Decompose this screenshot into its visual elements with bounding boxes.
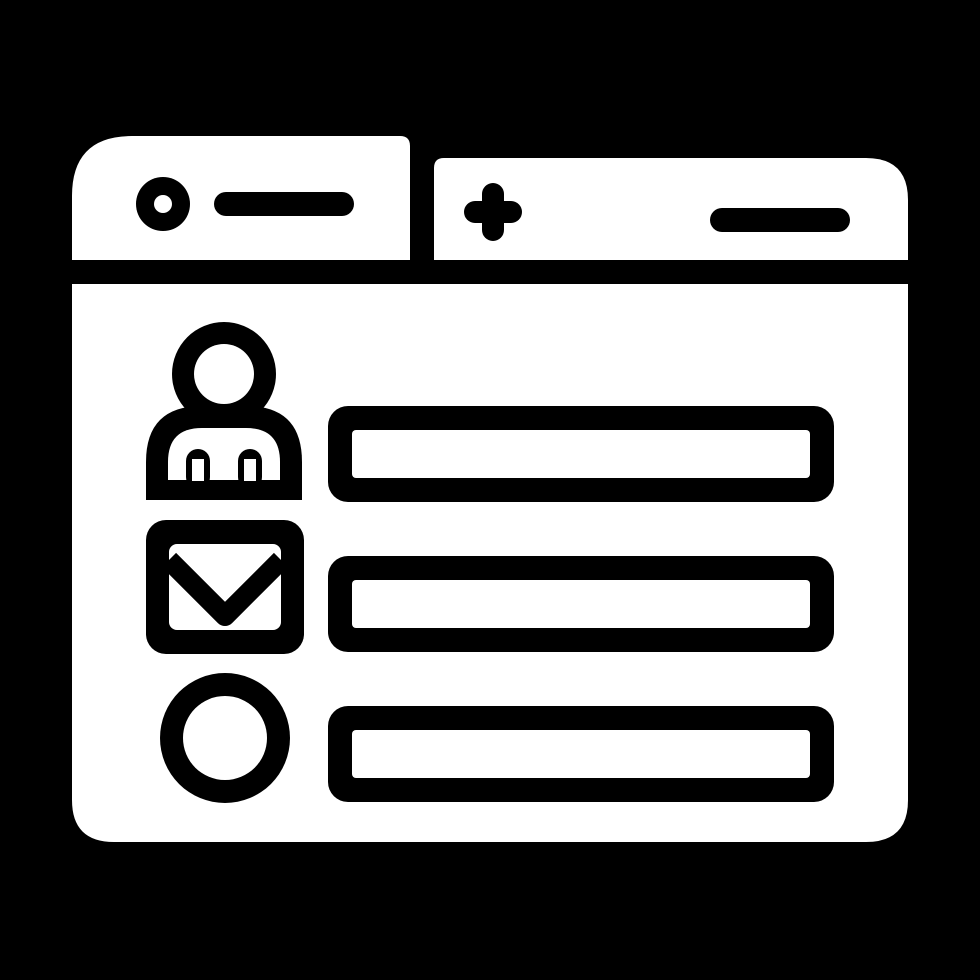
- dash-icon: [710, 208, 850, 232]
- text-input-field[interactable]: [328, 556, 834, 652]
- text-input-field[interactable]: [328, 706, 834, 802]
- tab-active[interactable]: [72, 136, 410, 260]
- email-icon: [146, 520, 304, 654]
- browser-form-icon: [0, 0, 980, 980]
- tab-new[interactable]: [434, 158, 908, 260]
- icon-artwork: [0, 0, 980, 980]
- text-input-field[interactable]: [328, 406, 834, 502]
- dash-icon: [214, 192, 354, 216]
- circle-icon: [136, 177, 190, 231]
- circle-icon: [160, 673, 290, 803]
